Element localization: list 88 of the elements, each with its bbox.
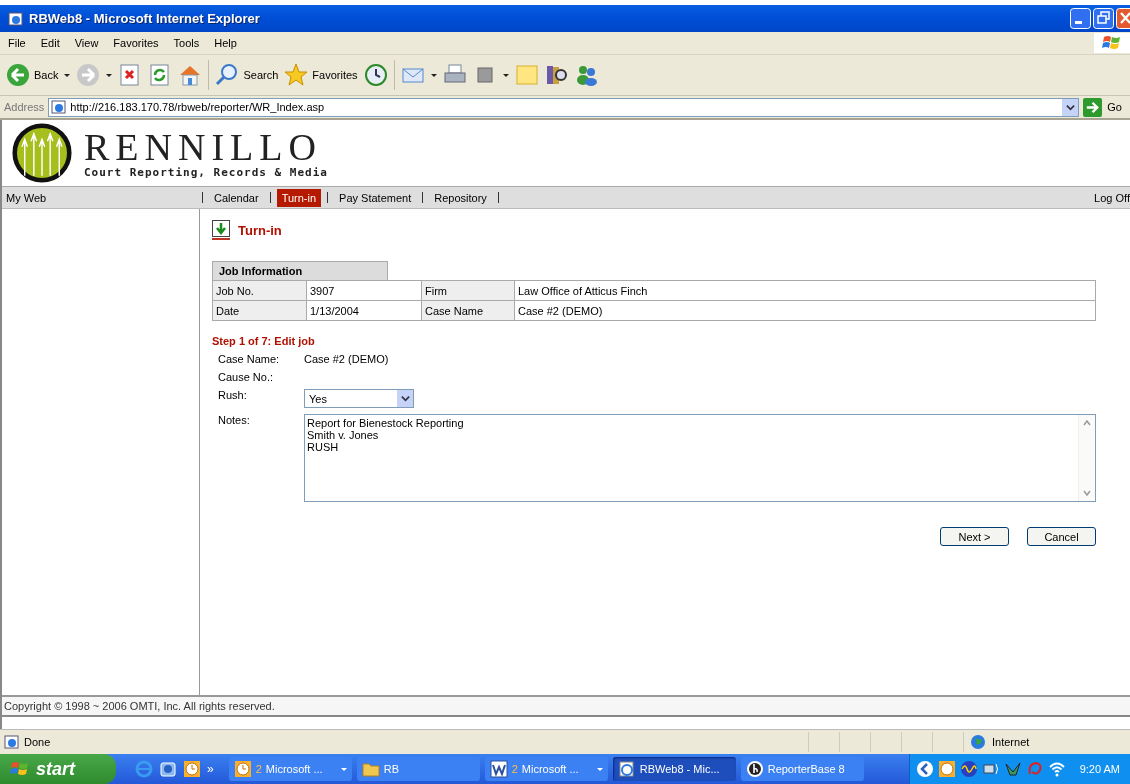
restore-button[interactable] <box>1093 8 1114 29</box>
taskbar-button[interactable]: 2 Microsoft ... <box>228 757 352 781</box>
nav-tab[interactable]: Pay Statement <box>334 188 417 207</box>
browser-icon[interactable] <box>135 760 153 778</box>
search-icon <box>215 63 240 87</box>
window-title: RBWeb8 - Microsoft Internet Explorer <box>29 11 260 26</box>
page-title: Turn-in <box>238 222 282 238</box>
flag-logo-icon <box>1094 33 1130 53</box>
books-icon <box>544 63 569 87</box>
menu-item[interactable]: Edit <box>32 37 67 49</box>
field-label: Rush: <box>218 389 248 401</box>
history-button[interactable] <box>363 63 388 87</box>
field-label-cell: Job No. <box>212 280 307 301</box>
caret-icon[interactable] <box>430 73 437 77</box>
start-button[interactable]: start <box>0 754 116 784</box>
menu-item[interactable]: File <box>0 37 33 49</box>
star-icon <box>284 63 309 87</box>
go-button[interactable]: Go <box>1083 97 1126 117</box>
mail-icon[interactable] <box>159 760 177 778</box>
field-label-cell: Firm <box>421 280 515 301</box>
chevron-left-icon[interactable] <box>915 760 934 778</box>
minimize-button[interactable] <box>1070 8 1091 29</box>
form-button[interactable]: Next > <box>940 527 1009 546</box>
menu-item[interactable]: Help <box>206 37 244 49</box>
people-icon <box>574 63 599 87</box>
copyright-text: Copyright © 1998 ~ 2006 OMTI, Inc. All rights reserved. <box>2 695 1130 717</box>
log-off-link[interactable]: Log Off <box>1094 191 1130 204</box>
field-label: Notes: <box>218 414 251 426</box>
taskbar-button[interactable]: 2 Microsoft ... <box>484 757 608 781</box>
overflow-chevron[interactable]: » <box>207 762 214 776</box>
scrollbar[interactable] <box>1078 415 1095 501</box>
globe-icon <box>970 734 986 750</box>
notes-field[interactable]: Report for Bienestock Reporting Smith v. Jones RUSH <box>304 414 1096 502</box>
field-value: Case #2 (DEMO) <box>304 353 390 365</box>
field-label: Case Name: <box>218 353 281 365</box>
research-button[interactable] <box>544 63 569 87</box>
caret-icon[interactable] <box>502 73 509 77</box>
table-cell: Case #2 (DEMO) <box>514 300 1096 321</box>
nav-tab[interactable]: Repository <box>429 188 492 207</box>
clock-time: 9:20 AM <box>1079 763 1120 775</box>
form-button[interactable]: Cancel <box>1027 527 1096 546</box>
page-icon <box>4 734 20 750</box>
rush-dropdown[interactable]: Yes <box>304 389 414 408</box>
messenger-button[interactable] <box>574 63 599 87</box>
clock-icon[interactable] <box>183 760 201 778</box>
zone-text: Internet <box>992 736 1030 748</box>
brand-name: RENNILLO <box>84 127 322 166</box>
field-label: Cause No.: <box>218 371 275 383</box>
clock-icon <box>233 760 252 778</box>
taskbar-button[interactable]: RBWeb8 - Mic... <box>612 757 736 781</box>
browser-icon <box>8 10 24 27</box>
back-button[interactable]: Back <box>6 63 71 87</box>
b-logo-icon <box>745 760 764 778</box>
clock-icon <box>363 63 388 87</box>
logo-icon <box>12 123 72 183</box>
address-label: Address <box>4 101 45 113</box>
field-label-cell: Date <box>212 300 307 321</box>
nav-tab[interactable]: Calendar <box>209 188 264 207</box>
scroll-down-icon[interactable] <box>1082 488 1092 498</box>
menu-item[interactable]: Tools <box>165 37 207 49</box>
favorites-button[interactable]: Favorites <box>284 63 358 87</box>
caret-icon[interactable] <box>64 73 71 77</box>
taskbar-button[interactable]: RB <box>356 757 480 781</box>
folder-icon <box>361 760 380 778</box>
wifi-icon[interactable] <box>1047 760 1066 778</box>
menu-item[interactable]: Favorites <box>105 37 166 49</box>
brand-tagline: Court Reporting, Records & Media <box>84 165 328 179</box>
word-document-icon <box>489 760 508 778</box>
table-cell: 3907 <box>306 280 422 301</box>
note-icon <box>514 63 539 87</box>
waveform-icon[interactable] <box>959 760 978 778</box>
step-heading: Step 1 of 7: Edit job <box>212 335 316 347</box>
taskbar-button[interactable]: ReporterBase 8 <box>740 757 864 781</box>
address-field[interactable]: http://216.183.170.78/rbweb/reporter/WR_Index.asp <box>48 97 1080 117</box>
search-button[interactable]: Search <box>215 63 279 87</box>
flag-logo-icon <box>10 760 30 778</box>
browser-icon <box>617 760 636 778</box>
caret-icon[interactable] <box>106 73 113 77</box>
page-icon <box>51 99 68 115</box>
table-cell: 1/13/2004 <box>306 300 422 321</box>
close-button[interactable] <box>1116 8 1130 29</box>
scroll-up-icon[interactable] <box>1082 418 1092 428</box>
menu-item[interactable]: View <box>66 37 106 49</box>
clock-icon[interactable] <box>937 760 956 778</box>
nav-tab[interactable]: Turn-in <box>276 188 322 207</box>
status-text: Done <box>24 736 51 748</box>
nav-link[interactable]: My Web <box>6 191 47 204</box>
table-cell: Law Office of Atticus Finch <box>514 280 1096 301</box>
